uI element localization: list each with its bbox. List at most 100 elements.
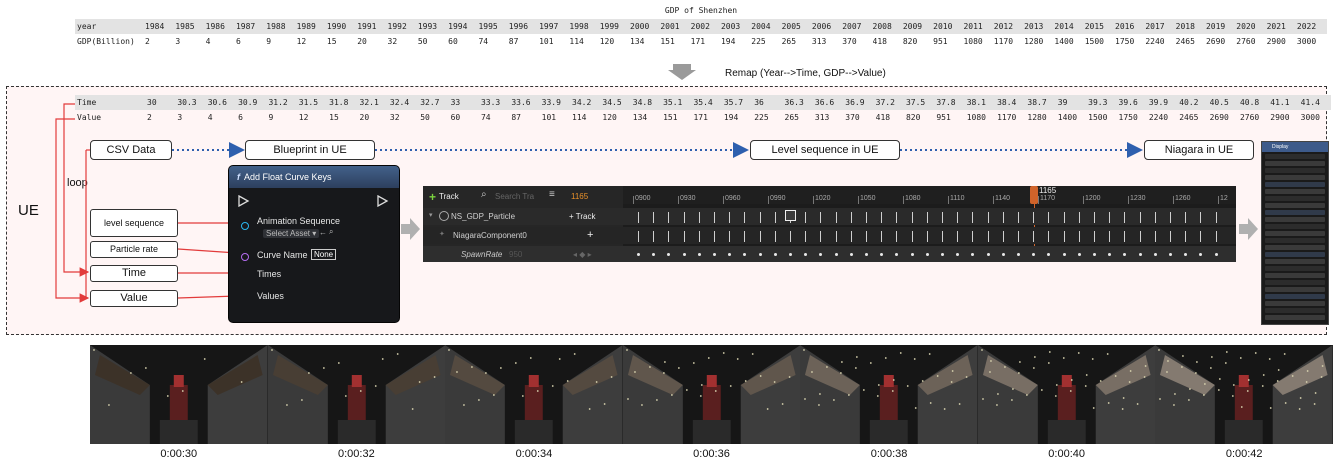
key-marker[interactable] (957, 231, 959, 242)
spawnrate-key[interactable] (789, 253, 792, 256)
key-marker[interactable] (987, 212, 989, 223)
key-marker[interactable] (1018, 231, 1019, 242)
spawnrate-key[interactable] (1153, 253, 1157, 256)
key-marker[interactable] (729, 231, 731, 242)
key-marker[interactable] (1215, 212, 1217, 223)
niagara-property-row[interactable] (1265, 238, 1325, 243)
anim-sequence-pin-icon[interactable] (241, 222, 249, 230)
key-marker[interactable] (1124, 212, 1126, 223)
key-marker[interactable] (1215, 231, 1217, 242)
spawnrate-key[interactable] (925, 253, 929, 256)
key-marker[interactable] (1094, 231, 1095, 242)
key-marker[interactable] (1139, 212, 1141, 223)
filter-icon[interactable]: ≡ (549, 189, 555, 200)
spawnrate-key[interactable] (986, 253, 990, 256)
key-marker[interactable] (926, 212, 928, 223)
key-marker[interactable] (957, 212, 959, 223)
spawnrate-key[interactable] (1093, 253, 1096, 256)
key-marker[interactable] (1200, 231, 1202, 242)
key-marker[interactable] (638, 212, 639, 223)
key-marker[interactable] (1124, 231, 1126, 242)
niagara-property-row[interactable] (1265, 161, 1325, 166)
spawnrate-key[interactable] (910, 253, 914, 256)
key-marker[interactable] (1154, 212, 1156, 223)
spawnrate-key[interactable] (849, 253, 853, 256)
key-marker[interactable] (911, 231, 913, 242)
spawnrate-key[interactable] (682, 253, 686, 256)
key-nav-icon[interactable]: ◂ ◆ ▸ (573, 250, 592, 259)
spawnrate-key[interactable] (1017, 253, 1020, 256)
key-marker[interactable] (774, 231, 776, 242)
niagara-property-row[interactable] (1265, 231, 1325, 236)
key-marker[interactable] (668, 212, 670, 223)
niagara-property-row[interactable] (1265, 287, 1325, 292)
add-component-track-icon[interactable]: + (587, 229, 593, 241)
key-marker[interactable] (972, 212, 974, 223)
key-marker[interactable] (1048, 212, 1050, 223)
key-marker[interactable] (896, 231, 898, 242)
spawnrate-key[interactable] (941, 253, 944, 256)
track-row-component[interactable] (423, 227, 1236, 244)
key-marker[interactable] (1002, 231, 1004, 242)
key-marker[interactable] (1018, 212, 1019, 223)
spawnrate-key[interactable] (1214, 253, 1218, 256)
exec-out-pin-icon[interactable] (377, 195, 389, 207)
key-marker[interactable] (896, 212, 898, 223)
key-marker[interactable] (1033, 231, 1035, 242)
key-marker[interactable] (1200, 212, 1202, 223)
curve-name-field[interactable]: None (311, 249, 337, 260)
key-marker[interactable] (1139, 231, 1141, 242)
key-marker[interactable] (881, 231, 883, 242)
niagara-property-row[interactable] (1265, 224, 1325, 229)
key-marker[interactable] (1185, 231, 1187, 242)
niagara-property-row[interactable] (1265, 308, 1325, 313)
key-marker[interactable] (759, 212, 761, 223)
key-marker[interactable] (1048, 231, 1050, 242)
key-marker[interactable] (744, 212, 746, 223)
key-marker[interactable] (668, 231, 670, 242)
key-marker[interactable] (1063, 231, 1065, 242)
add-track-icon[interactable]: + (429, 190, 436, 204)
niagara-property-row[interactable] (1265, 252, 1325, 257)
key-marker[interactable] (942, 231, 943, 242)
blueprint-node[interactable]: f Add Float Curve Keys Animation Sequence… (229, 166, 399, 322)
key-marker[interactable] (683, 212, 685, 223)
spawnrate-key[interactable] (1169, 253, 1172, 256)
select-asset-dropdown[interactable]: Select Asset ▾ (263, 229, 320, 238)
key-marker[interactable] (805, 212, 807, 223)
niagara-property-row[interactable] (1265, 175, 1325, 180)
niagara-property-row[interactable] (1265, 217, 1325, 222)
spawnrate-key[interactable] (1077, 253, 1081, 256)
key-marker[interactable] (714, 231, 715, 242)
selected-section-icon[interactable] (785, 210, 796, 221)
key-marker[interactable] (698, 231, 700, 242)
key-marker[interactable] (972, 231, 974, 242)
niagara-property-row[interactable] (1265, 196, 1325, 201)
key-marker[interactable] (1109, 231, 1111, 242)
spawnrate-key[interactable] (834, 253, 838, 256)
niagara-property-row[interactable] (1265, 266, 1325, 271)
key-marker[interactable] (942, 212, 943, 223)
spawnrate-value[interactable]: 950 (509, 250, 522, 259)
key-marker[interactable] (1109, 212, 1111, 223)
spawnrate-key[interactable] (713, 253, 716, 256)
key-marker[interactable] (774, 212, 776, 223)
key-marker[interactable] (926, 231, 928, 242)
spawnrate-key[interactable] (637, 253, 640, 256)
exec-in-pin-icon[interactable] (238, 195, 250, 207)
niagara-property-row[interactable] (1265, 182, 1325, 187)
spawnrate-key[interactable] (758, 253, 762, 256)
key-marker[interactable] (850, 212, 852, 223)
key-marker[interactable] (759, 231, 761, 242)
key-marker[interactable] (835, 212, 837, 223)
browse-arrow-icon[interactable]: ← (319, 228, 327, 237)
add-subtrack-button[interactable]: + Track (569, 212, 595, 221)
spawnrate-key[interactable] (773, 253, 777, 256)
key-marker[interactable] (1078, 212, 1080, 223)
key-marker[interactable] (729, 212, 731, 223)
key-marker[interactable] (1154, 231, 1156, 242)
key-marker[interactable] (866, 231, 867, 242)
expand-chevron-icon[interactable]: ▾ (429, 211, 433, 219)
key-marker[interactable] (911, 212, 913, 223)
niagara-property-row[interactable] (1265, 301, 1325, 306)
